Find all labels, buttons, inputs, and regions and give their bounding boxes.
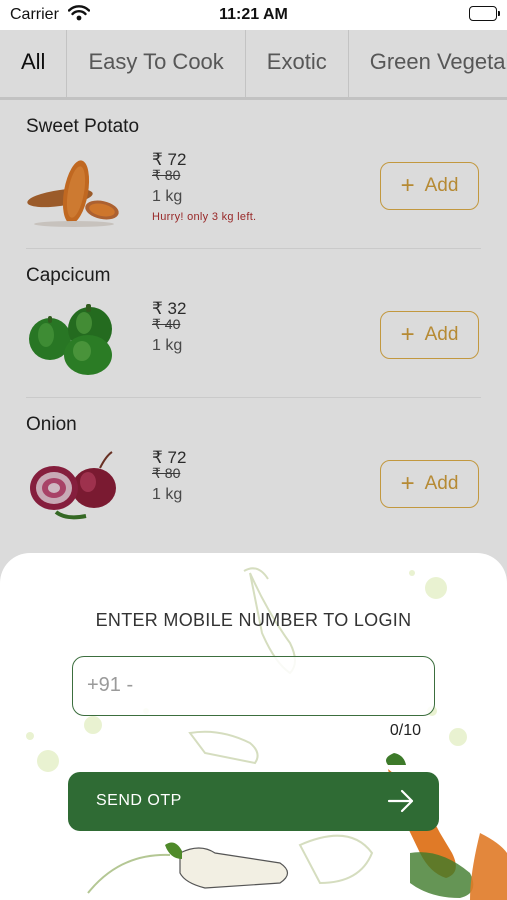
phone-input[interactable]	[87, 657, 417, 714]
login-title: ENTER MOBILE NUMBER TO LOGIN	[95, 610, 412, 630]
phone-field	[72, 656, 435, 716]
clock: 11:21 AM	[219, 6, 288, 23]
vegetable-illustration	[26, 567, 507, 900]
status-bar: Carrier 11:21 AM	[0, 0, 507, 30]
send-otp-button[interactable]: SEND OTP	[68, 772, 439, 831]
arrow-right-icon	[387, 788, 415, 819]
char-counter: 0/10	[389, 722, 421, 739]
login-sheet: ENTER MOBILE NUMBER TO LOGIN 0/10 SEND O…	[0, 553, 507, 900]
battery-icon	[469, 6, 500, 21]
send-otp-label: SEND OTP	[96, 792, 182, 809]
